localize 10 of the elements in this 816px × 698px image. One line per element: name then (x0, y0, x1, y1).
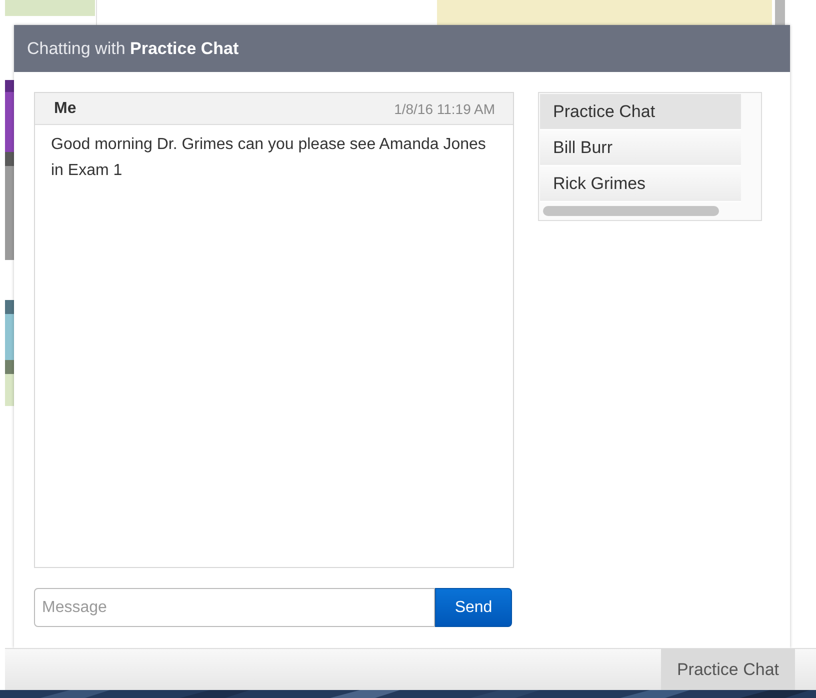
message-time: 1/8/16 11:19 AM (394, 100, 495, 116)
send-button[interactable]: Send (435, 588, 512, 627)
background-panel (775, 0, 785, 25)
chat-tab[interactable]: Practice Chat (660, 649, 795, 690)
sender-name: Me (54, 100, 76, 118)
message-input[interactable]: Message (34, 588, 435, 627)
message-text: Good morning Dr. Grimes can you please see Amanda Jones in Exam 1 (50, 135, 487, 181)
scrollbar-thumb[interactable] (543, 206, 719, 216)
conversation-item[interactable]: Practice Chat (540, 94, 741, 130)
chat-window-title: Chatting with Practice Chat (27, 38, 239, 58)
